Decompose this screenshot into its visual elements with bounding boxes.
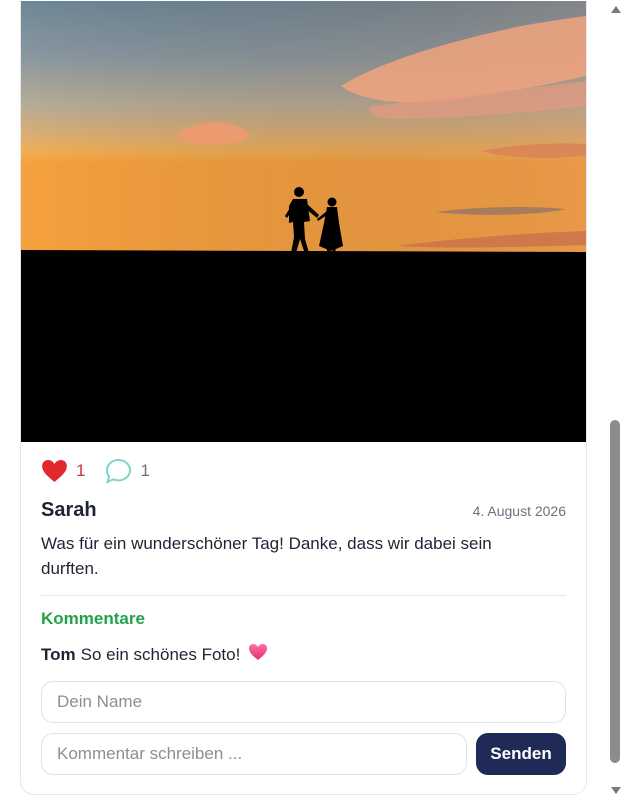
comment-text: So ein schönes Foto! [80,644,241,664]
like-button[interactable]: 1 [41,459,85,483]
comment-button[interactable]: 1 [105,458,150,484]
comment-input[interactable] [41,733,467,775]
comment-item: Tom So ein schönes Foto! [41,643,268,666]
comment-author: Tom [41,644,76,664]
post-card: 1 1 Sarah 4. August 2026 Was für ein wun… [20,0,587,795]
post-author: Sarah [41,499,97,521]
comments-title: Kommentare [41,609,145,628]
divider [41,595,566,596]
scrollbar[interactable] [607,0,625,800]
scrollbar-thumb[interactable] [610,420,620,763]
post-date: 4. August 2026 [472,503,566,519]
post-text: Was für ein wunderschöner Tag! Danke, da… [41,534,492,578]
heart-emoji-icon [248,643,268,666]
post-actions: 1 1 [41,457,150,485]
send-button[interactable]: Senden [476,733,566,775]
post-photo [21,1,586,442]
heart-icon [42,460,67,482]
like-count: 1 [76,461,86,480]
scroll-down-arrow-icon[interactable] [610,784,622,796]
speech-bubble-icon [106,458,132,484]
name-input[interactable] [41,681,566,723]
scroll-up-arrow-icon[interactable] [610,4,622,16]
comment-count: 1 [140,461,150,480]
